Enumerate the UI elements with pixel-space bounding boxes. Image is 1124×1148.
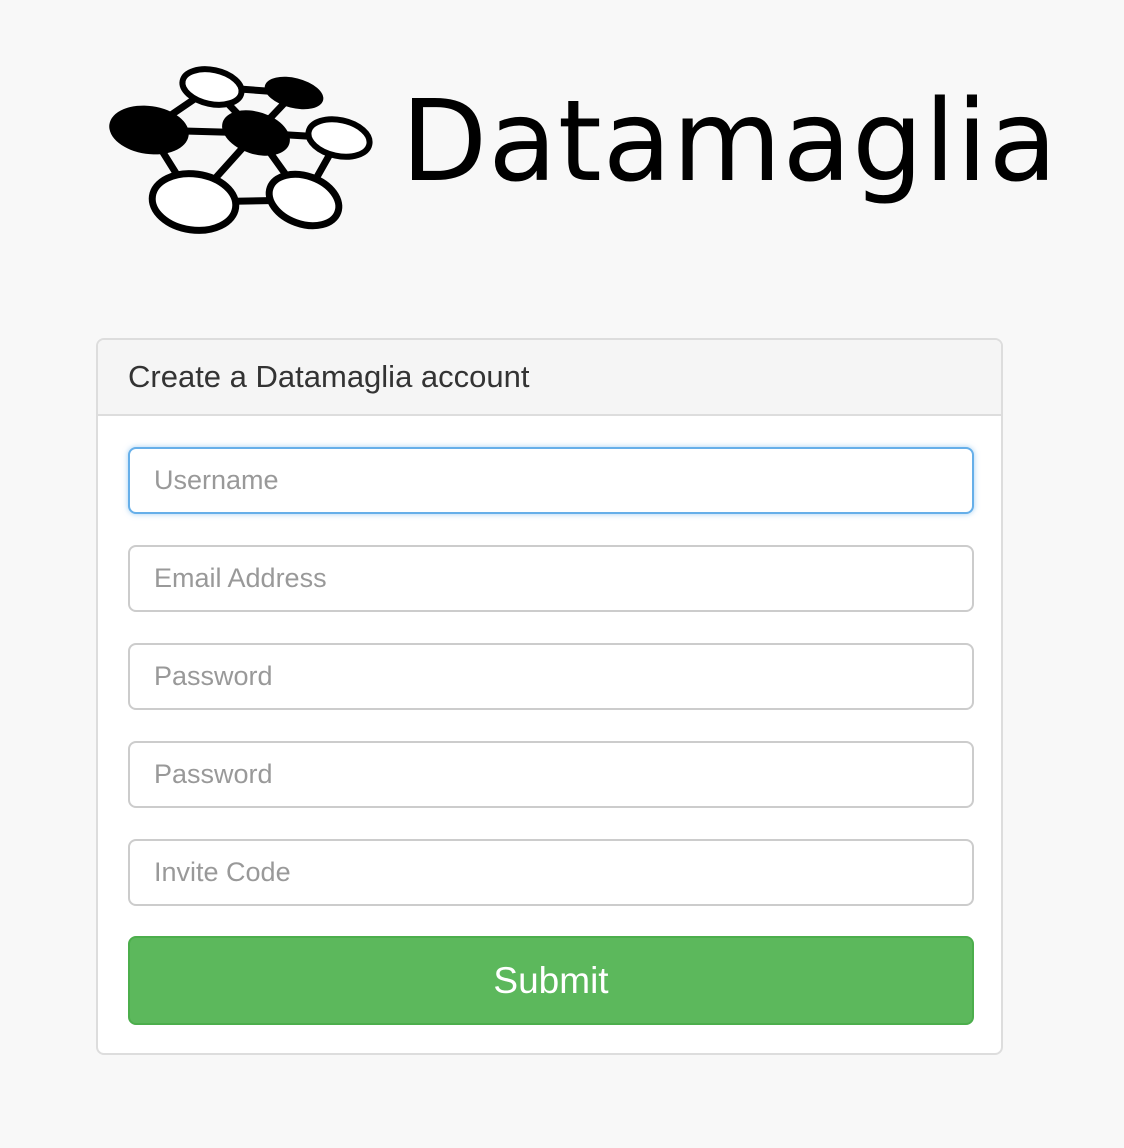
- submit-button[interactable]: Submit: [128, 936, 974, 1025]
- invite-code-input[interactable]: [128, 839, 974, 906]
- password-confirm-input[interactable]: [128, 741, 974, 808]
- network-graph-icon: [109, 66, 373, 234]
- username-input[interactable]: [128, 447, 974, 514]
- password-input[interactable]: [128, 643, 974, 710]
- signup-panel: Create a Datamaglia account Submit: [96, 338, 1003, 1055]
- panel-title: Create a Datamaglia account: [98, 340, 1001, 416]
- brand-name: Datamaglia: [401, 77, 1059, 207]
- email-input[interactable]: [128, 545, 974, 612]
- brand-logo: Datamaglia: [104, 60, 1057, 240]
